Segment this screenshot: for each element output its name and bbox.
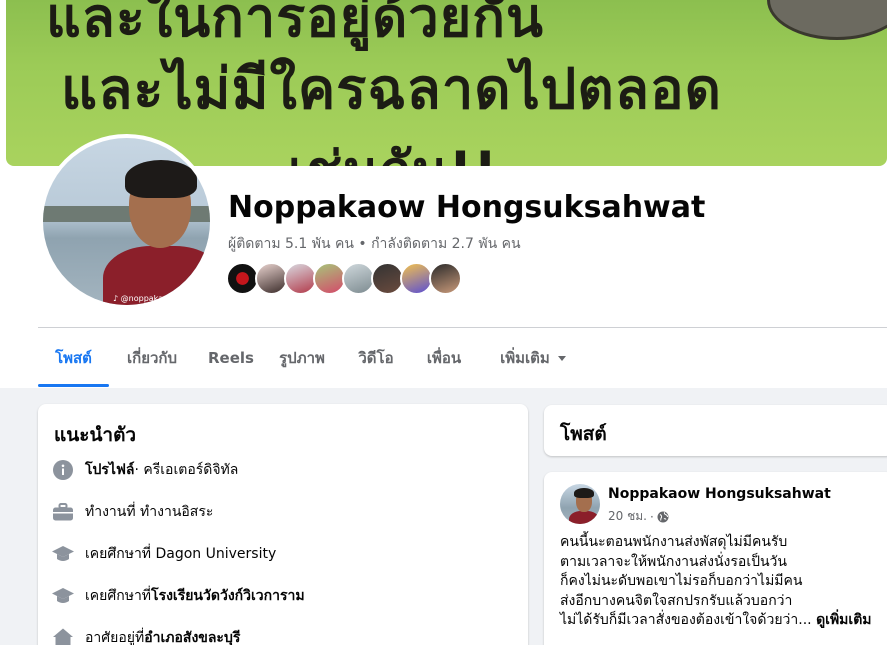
- posts-header-card: โพสต์: [544, 405, 887, 456]
- follow-stats[interactable]: ผู้ติดตาม 5.1 พัน คน • กำลังติดตาม 2.7 พ…: [228, 233, 521, 255]
- intro-link[interactable]: อำเภอสังขละบุรี: [144, 627, 240, 645]
- see-more-link[interactable]: ดูเพิ่มเติม: [816, 612, 871, 628]
- intro-row-education: เคยศึกษาที่ Dagon University: [52, 542, 276, 566]
- post-line: ก็คงไม่นะดับพอเขาไม่รอก็บอกว่าไม่มีคน: [560, 573, 803, 589]
- globe-icon: [657, 511, 669, 523]
- profile-name: Noppakaow Hongsuksahwat: [228, 190, 706, 225]
- post-line: ส่งอีกบางคนจิตใจสกปรกรับแล้วบอกว่า: [560, 592, 793, 609]
- avatar-body: [569, 511, 599, 524]
- intro-row-work: ทำงานที่ ทำงานอิสระ: [52, 500, 213, 524]
- post-card: Noppakaow Hongsuksahwat 20 ชม. · คนนี้นะ…: [544, 472, 887, 645]
- post-meta: 20 ชม. ·: [608, 507, 669, 526]
- tab-friends[interactable]: เพื่อน: [423, 330, 465, 388]
- post-line: ตามเวลาจะให้พนักงานส่งนั่งรอเป็นวัน: [560, 553, 787, 570]
- tab-reels[interactable]: Reels: [208, 330, 254, 388]
- tab-label: เพื่อน: [426, 349, 462, 367]
- avatar-hair: [574, 488, 594, 498]
- intro-row-profile: โปรไฟล์ · ครีเอเตอร์ดิจิทัล: [52, 458, 238, 482]
- tab-label: เกี่ยวกับ: [126, 349, 178, 367]
- tab-posts[interactable]: โพสต์: [38, 330, 109, 388]
- home-icon: [52, 627, 74, 645]
- intro-row-location: อาศัยอยู่ที่ อำเภอสังขละบุรี: [52, 626, 240, 645]
- graduation-cap-icon: [52, 585, 74, 607]
- tab-videos[interactable]: วิดีโอ: [356, 330, 396, 388]
- info-icon: [52, 459, 74, 481]
- cover-text-line2: และไม่มีใครฉลาดไปตลอด: [61, 57, 723, 122]
- intro-title: แนะนำตัว: [54, 424, 137, 446]
- intro-text: เคยศึกษาที่: [85, 588, 152, 604]
- active-tab-indicator: [38, 384, 109, 387]
- post-body: คนนี้นะตอนพนักงานส่งพัสดุไม่มีคนรับ ตามเ…: [560, 533, 887, 631]
- intro-text: · ครีเอเตอร์ดิจิทัล: [134, 462, 239, 478]
- tab-label: รูปภาพ: [279, 349, 325, 367]
- post-author-avatar[interactable]: [560, 484, 600, 524]
- profile-avatar[interactable]: ♪ @noppakao: [43, 138, 210, 305]
- post-time[interactable]: 20 ชม.: [608, 507, 647, 526]
- cover-text-line3: เช่นกัน!!: [288, 128, 498, 166]
- post-line: คนนี้นะตอนพนักงานส่งพัสดุไม่มีคนรับ: [560, 534, 788, 550]
- tab-photos[interactable]: รูปภาพ: [276, 330, 328, 388]
- intro-bold: โปรไฟล์: [85, 462, 135, 478]
- intro-row-school: เคยศึกษาที่ โรงเรียนวัดวังก์วิเวการาม: [52, 584, 305, 608]
- post-line: ไม่ได้รับก็มีเวลาสั่งของต้องเข้าใจด้วยว่…: [560, 611, 887, 631]
- tab-label: Reels: [208, 349, 254, 367]
- intro-text: ทำงานที่ ทำงานอิสระ: [85, 504, 214, 520]
- caret-down-icon: [557, 356, 566, 361]
- post-line-text: ไม่ได้รับก็มีเวลาสั่งของต้องเข้าใจด้วยว่…: [560, 612, 812, 628]
- post-author-name[interactable]: Noppakaow Hongsuksahwat: [608, 486, 831, 502]
- follower-avatar[interactable]: [429, 262, 462, 295]
- graduation-cap-icon: [52, 543, 74, 565]
- tab-about[interactable]: เกี่ยวกับ: [123, 330, 181, 388]
- meta-separator: ·: [649, 509, 654, 524]
- avatar-hair: [125, 160, 197, 198]
- tab-label: โพสต์: [55, 349, 92, 367]
- cover-object: [767, 0, 887, 40]
- intro-link[interactable]: โรงเรียนวัดวังก์วิเวการาม: [151, 585, 305, 607]
- avatar-watermark: ♪ @noppakao: [113, 294, 168, 303]
- tab-label: วิดีโอ: [358, 349, 394, 367]
- intro-card: แนะนำตัว โปรไฟล์ · ครีเอเตอร์ดิจิทัล ทำง…: [38, 404, 528, 645]
- posts-title: โพสต์: [560, 423, 607, 445]
- intro-text: เคยศึกษาที่ Dagon University: [85, 546, 277, 562]
- intro-text: อาศัยอยู่ที่: [85, 630, 145, 645]
- briefcase-icon: [52, 501, 74, 523]
- tab-more[interactable]: เพิ่มเติม: [493, 330, 573, 388]
- tab-label: เพิ่มเติม: [500, 349, 550, 367]
- header-divider: [38, 327, 887, 328]
